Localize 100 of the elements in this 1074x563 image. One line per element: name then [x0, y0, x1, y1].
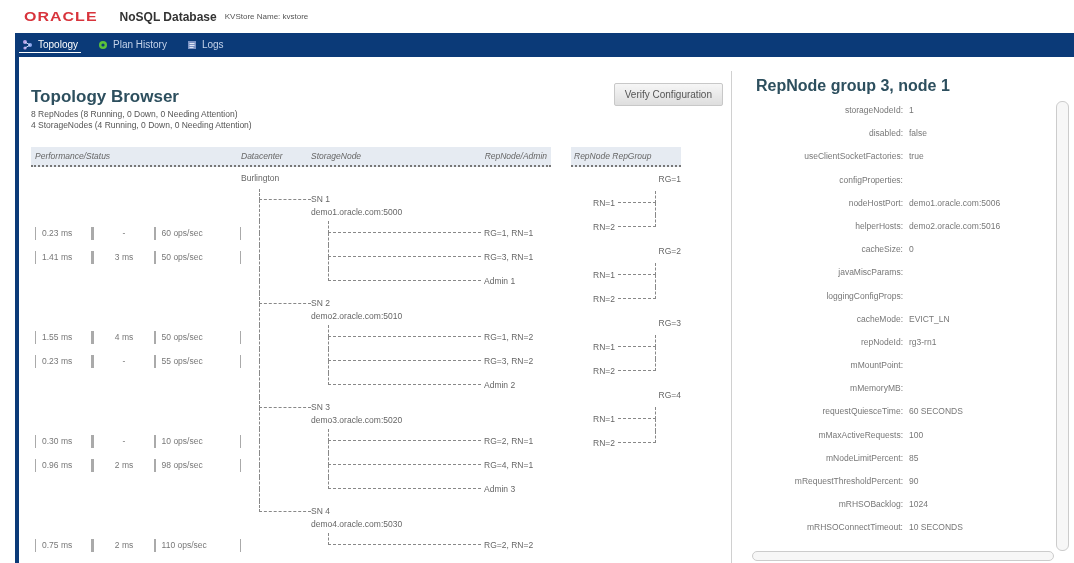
rep-node-label: RG=1, RN=1 [484, 228, 534, 238]
summary-line: 4 StorageNodes (4 Running, 0 Down, 0 Needing Attention) [31, 120, 252, 131]
store-name: KVStore Name: kvstore [224, 12, 309, 21]
latency-value: 1.41 ms [35, 250, 92, 264]
column-header: RepNode/Admin [484, 151, 548, 161]
admin-label: Admin 3 [484, 484, 516, 494]
property-name: useClientSocketFactories: [803, 150, 903, 164]
page-title: Topology Browser [31, 87, 180, 107]
property-name: mNodeLimitPercent: [825, 451, 903, 465]
summary-line: 8 RepNodes (8 Running, 0 Down, 0 Needing Attention) [31, 109, 239, 120]
rep-node-label: RN=1 [593, 414, 615, 424]
latency-value: 1.55 ms [35, 330, 92, 344]
oracle-logo: ORACLE [24, 8, 98, 25]
column-header: Performance/Status [34, 151, 111, 161]
vertical-scrollbar[interactable] [1056, 101, 1069, 551]
property-value: 60 SECONDS [908, 405, 964, 419]
rep-group-label: RG=3 [658, 318, 681, 328]
storage-node-host: demo2.oracle.com:5010 [311, 310, 403, 321]
property-name: mRHSOConnectTimeout: [805, 521, 903, 535]
rep-node-label: RG=1, RN=2 [484, 332, 534, 342]
property-value: 100 [908, 428, 925, 442]
throughput-value: 10 ops/sec [153, 434, 241, 448]
max-latency-value: - [91, 226, 154, 240]
property-name: repNodeId: [859, 335, 903, 349]
latency-value: 0.30 ms [35, 434, 92, 448]
storage-node-host: demo1.oracle.com:5000 [311, 206, 403, 217]
property-name: loggingConfigProps: [825, 289, 903, 303]
max-latency-value: 2 ms [91, 458, 154, 472]
property-value: 1024 [908, 498, 929, 512]
storage-node-host: demo3.oracle.com:5020 [311, 414, 403, 425]
product-name: NoSQL Database [119, 9, 217, 24]
nav-tab[interactable]: Logs [183, 37, 227, 53]
latency-value: 0.23 ms [35, 226, 92, 240]
column-header: StorageNode [311, 151, 362, 161]
property-name: configProperties: [838, 173, 903, 187]
rep-node-label: RN=2 [593, 438, 615, 448]
latency-value: 0.75 ms [35, 538, 92, 552]
admin-label: Admin 1 [484, 276, 516, 286]
latency-value: 0.23 ms [35, 354, 92, 368]
verify-configuration-button[interactable]: Verify Configuration [613, 83, 723, 106]
storage-node-name: SN 3 [311, 401, 330, 412]
property-name: mMemoryMB: [849, 382, 903, 396]
column-header: Datacenter [241, 151, 283, 161]
throughput-value: 50 ops/sec [153, 250, 241, 264]
rep-node-label: RG=3, RN=1 [484, 252, 534, 262]
storage-node-name: SN 2 [311, 297, 330, 308]
max-latency-value: - [91, 434, 154, 448]
property-value: rg3-rn1 [908, 335, 938, 349]
property-value: 0 [908, 243, 915, 257]
horizontal-scrollbar[interactable] [752, 551, 1054, 561]
rep-group-label: RG=4 [658, 390, 681, 400]
nav-tab[interactable]: Topology [19, 37, 82, 53]
throughput-value: 60 ops/sec [153, 226, 241, 240]
property-value: 1 [908, 104, 915, 117]
datacenter-label: Burlington [241, 173, 281, 183]
property-name: mMountPoint: [849, 359, 903, 373]
rep-node-label: RG=2, RN=1 [484, 436, 534, 446]
property-name: storageNodeId: [843, 104, 903, 117]
max-latency-value: - [91, 354, 154, 368]
property-value: demo1.oracle.com:5006 [908, 196, 1002, 210]
rep-node-label: RN=1 [593, 342, 615, 352]
rep-group-label: RG=1 [658, 174, 681, 184]
property-name: mMaxActiveRequests: [817, 428, 903, 442]
column-header: RepNode RepGroup [573, 151, 652, 161]
rep-node-label: RN=2 [593, 366, 615, 376]
rep-node-label: RN=1 [593, 270, 615, 280]
storage-node-name: SN 4 [311, 505, 330, 516]
rep-node-label: RN=2 [593, 294, 615, 304]
property-value: 85 [908, 451, 920, 465]
throughput-value: 98 ops/sec [153, 458, 241, 472]
max-latency-value: 2 ms [91, 538, 154, 552]
property-value: 10 SECONDS [908, 521, 964, 535]
rep-group-label: RG=2 [658, 246, 681, 256]
max-latency-value: 3 ms [91, 250, 154, 264]
admin-label: Admin 2 [484, 380, 516, 390]
throughput-value: 50 ops/sec [153, 330, 241, 344]
rep-node-label: RG=4, RN=1 [484, 460, 534, 470]
property-value: true [908, 150, 925, 164]
property-name: mRequestThresholdPercent: [793, 475, 903, 488]
document-icon [186, 39, 197, 50]
latency-value: 0.96 ms [35, 458, 92, 472]
property-name: helperHosts: [854, 219, 903, 233]
property-name: cacheSize: [860, 243, 903, 257]
storage-node-name: SN 1 [311, 193, 330, 204]
property-value: false [908, 127, 928, 141]
throughput-value: 110 ops/sec [153, 538, 241, 552]
property-value: EVICT_LN [908, 312, 951, 326]
property-name: mRHSOBacklog: [837, 498, 903, 512]
storage-node-host: demo4.oracle.com:5030 [311, 518, 403, 529]
rep-node-label: RG=3, RN=2 [484, 356, 534, 366]
rep-node-label: RG=2, RN=2 [484, 540, 534, 550]
property-name: disabled: [867, 127, 903, 141]
rep-node-label: RN=2 [593, 222, 615, 232]
network-icon [22, 39, 33, 50]
max-latency-value: 4 ms [91, 330, 154, 344]
throughput-value: 55 ops/sec [153, 354, 241, 368]
property-name: javaMiscParams: [837, 266, 903, 280]
details-title: RepNode group 3, node 1 [756, 77, 951, 95]
nav-tab[interactable]: Plan History [95, 37, 170, 53]
property-name: nodeHostPort: [847, 196, 903, 210]
